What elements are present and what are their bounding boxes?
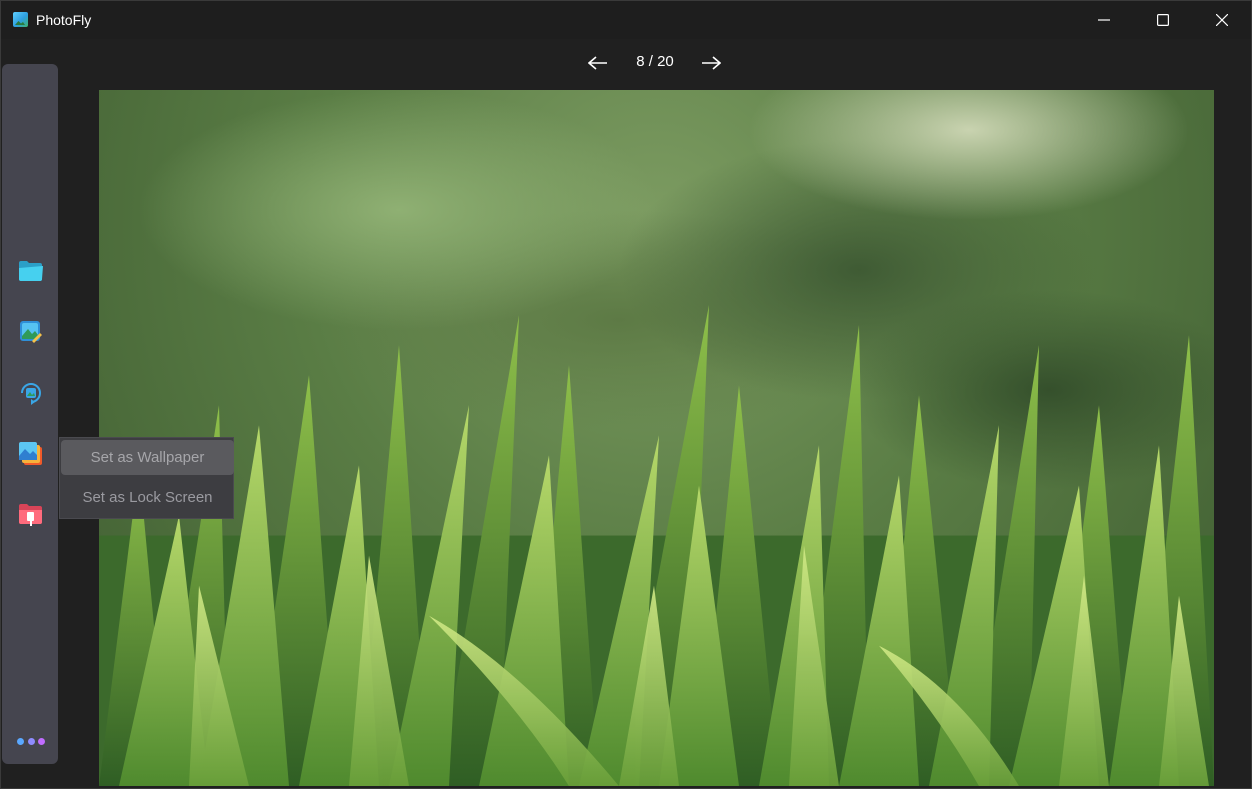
- folder-open-icon: [19, 261, 43, 281]
- sidebar: [2, 64, 58, 764]
- menu-item-set-as-wallpaper[interactable]: Set as Wallpaper: [61, 440, 234, 475]
- maximize-icon: [1157, 14, 1169, 26]
- delete-folder-icon: [19, 504, 42, 526]
- grass-image: [99, 304, 1214, 786]
- edit-image-button[interactable]: [17, 318, 45, 346]
- previous-image-button[interactable]: [585, 51, 611, 75]
- maximize-button[interactable]: [1134, 1, 1192, 39]
- rotate-image-button[interactable]: [17, 379, 45, 407]
- image-edit-icon: [20, 321, 42, 343]
- photofly-window: PhotoFly 8 / 20 Set as Wallpaper Set as …: [0, 0, 1252, 789]
- image-navigation: 8 / 20: [1, 39, 1251, 87]
- set-wallpaper-icon: [19, 442, 42, 465]
- set-wallpaper-button[interactable]: [17, 440, 45, 468]
- app-title: PhotoFly: [36, 12, 92, 28]
- wallpaper-context-menu: Set as Wallpaper Set as Lock Screen: [59, 437, 234, 519]
- image-counter: 8 / 20: [636, 53, 674, 70]
- delete-button[interactable]: [17, 501, 45, 529]
- menu-item-set-as-lock-screen[interactable]: Set as Lock Screen: [61, 480, 234, 515]
- minimize-button[interactable]: [1075, 1, 1133, 39]
- minimize-icon: [1098, 19, 1110, 21]
- rotate-image-icon: [21, 383, 41, 405]
- more-dot-icon: [17, 738, 24, 745]
- more-options-button[interactable]: [17, 738, 45, 748]
- photo-viewer-image: [99, 90, 1214, 786]
- arrow-right-icon: [702, 56, 721, 70]
- arrow-left-icon: [588, 56, 607, 70]
- next-image-button[interactable]: [698, 51, 724, 75]
- more-dot-icon: [38, 738, 45, 745]
- title-bar[interactable]: PhotoFly: [1, 1, 1251, 39]
- close-icon: [1216, 14, 1228, 26]
- app-logo-icon: [13, 12, 28, 27]
- more-dot-icon: [27, 738, 35, 745]
- close-button[interactable]: [1193, 1, 1251, 39]
- open-folder-button[interactable]: [17, 257, 45, 285]
